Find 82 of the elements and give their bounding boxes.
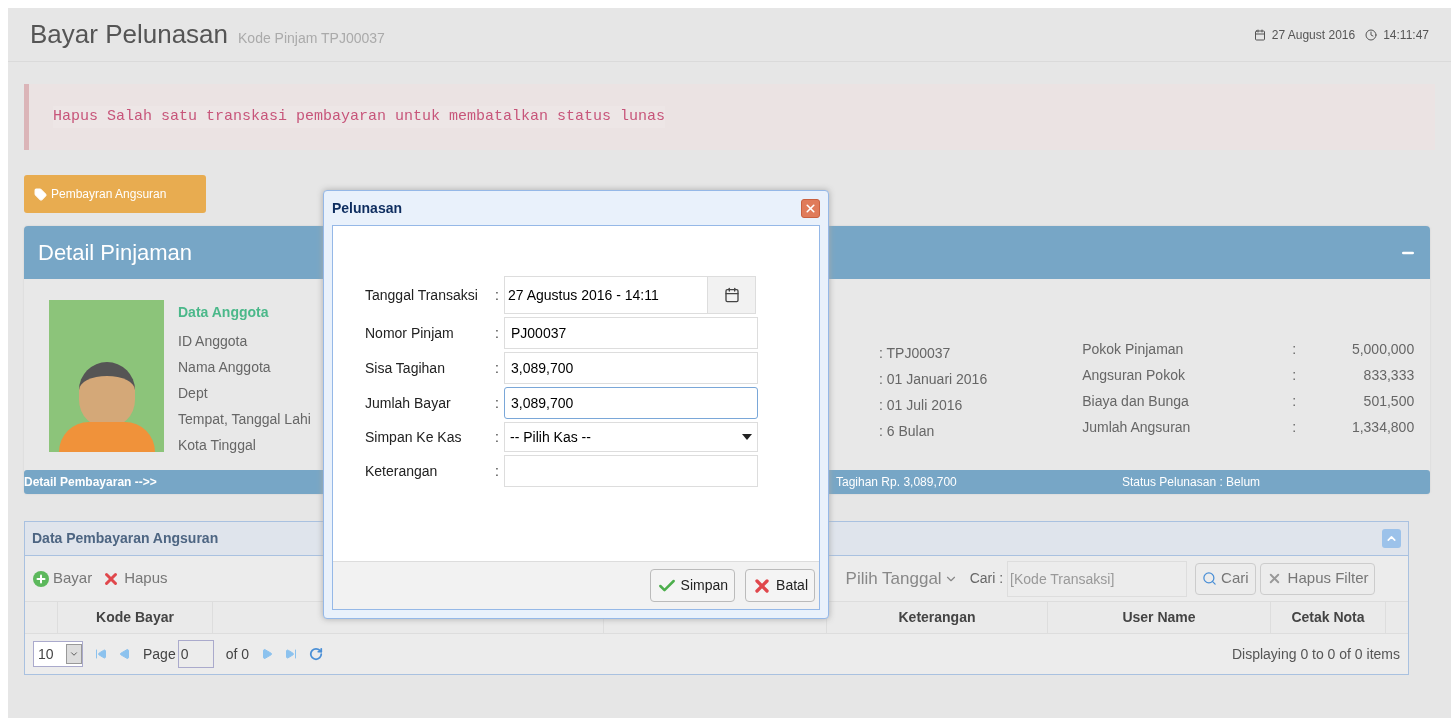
field-label: Sisa Tagihan xyxy=(365,358,446,378)
clock-icon xyxy=(1365,28,1378,41)
field-separator: : xyxy=(495,358,500,378)
field-value: 27 Agustus 2016 - 14:11 xyxy=(507,285,660,305)
date-text: 27 August 2016 xyxy=(1271,26,1356,44)
input-field[interactable]: PJ00037 xyxy=(504,317,758,349)
summary-separator: : xyxy=(1292,418,1298,437)
clear-filter-button[interactable]: Hapus Filter xyxy=(1259,562,1376,595)
summary-value: 501,500 xyxy=(1362,392,1415,411)
field-label: Jumlah Bayar xyxy=(365,393,452,413)
search-label: Cari : xyxy=(969,569,1004,588)
field-label: Keterangan xyxy=(365,461,439,481)
pager-info: Displaying 0 to 0 of 0 items xyxy=(1231,644,1400,664)
first-page-icon[interactable] xyxy=(95,648,107,660)
dialog-title: Pelunasan xyxy=(332,198,403,218)
last-page-icon[interactable] xyxy=(285,648,298,660)
toolbar-button[interactable]: Bayar xyxy=(33,567,93,590)
collapse-icon[interactable] xyxy=(1382,529,1401,548)
field-separator: : xyxy=(495,323,500,343)
summary-label: Biaya dan Bunga xyxy=(1082,392,1190,411)
panel-title: Detail Pinjaman xyxy=(38,239,193,267)
field-separator: : xyxy=(495,285,500,305)
summary-value: 833,333 xyxy=(1362,366,1415,385)
field-label: ID Anggota xyxy=(178,332,249,351)
field-label: Simpan Ke Kas xyxy=(365,427,463,447)
column-header[interactable]: Cetak Nota xyxy=(1291,607,1365,628)
loan-value: : 01 Juli 2016 xyxy=(879,396,964,415)
field-label: Tempat, Tanggal Lahi xyxy=(178,410,311,429)
plus-icon xyxy=(33,570,49,587)
column-header[interactable]: User Name xyxy=(1122,607,1196,628)
input-field[interactable] xyxy=(504,455,758,487)
dropdown-caret-icon xyxy=(66,644,82,664)
bill-text: Tagihan Rp. 3,089,700 xyxy=(836,474,958,491)
page-label: Page xyxy=(143,644,176,664)
summary-value: 1,334,800 xyxy=(1350,418,1415,437)
toolbar-button[interactable]: Hapus xyxy=(102,567,168,590)
grid-title: Data Pembayaran Angsuran xyxy=(32,529,219,548)
field-label: Nama Anggota xyxy=(178,358,272,377)
page-input[interactable]: 0 xyxy=(177,640,214,668)
field-label: Dept xyxy=(178,384,209,403)
time-text: 14:11:47 xyxy=(1383,26,1429,44)
previous-page-icon[interactable] xyxy=(119,648,131,660)
refresh-icon[interactable] xyxy=(309,647,324,661)
search-field[interactable]: [Kode Transaksi] xyxy=(1007,560,1188,597)
status-text: Status Pelunasan : Belum xyxy=(1122,474,1261,491)
dropdown-caret-icon xyxy=(742,434,752,440)
field-label: Tanggal Transaksi xyxy=(365,285,479,305)
page-subtitle: Kode Pinjam TPJ00037 xyxy=(238,29,385,48)
summary-separator: : xyxy=(1292,392,1298,411)
input-field[interactable]: 3,089,700 xyxy=(504,352,758,384)
dialog-button[interactable]: Simpan xyxy=(649,569,736,602)
field-separator: : xyxy=(495,461,500,481)
search-button[interactable]: Cari xyxy=(1195,562,1256,595)
input-field[interactable]: 3,089,700 xyxy=(504,387,758,419)
dialog-button[interactable]: Batal xyxy=(745,569,815,602)
summary-label: Jumlah Angsuran xyxy=(1082,418,1192,437)
close-icon[interactable] xyxy=(801,198,820,218)
field-separator: : xyxy=(495,393,500,413)
summary-value: 5,000,000 xyxy=(1350,340,1415,359)
summary-separator: : xyxy=(1292,340,1298,359)
page-size-select[interactable]: 10 xyxy=(33,641,83,667)
summary-separator: : xyxy=(1292,366,1298,385)
column-header[interactable]: Keterangan xyxy=(898,607,976,628)
summary-label: Pokok Pinjaman xyxy=(1082,340,1185,359)
search-icon xyxy=(1202,571,1218,586)
calendar-icon xyxy=(1253,28,1266,41)
loan-value: : 6 Bulan xyxy=(879,422,936,441)
field-separator: : xyxy=(495,427,500,447)
date-field[interactable]: 27 Agustus 2016 - 14:11 xyxy=(504,276,756,314)
page-total: of 0 xyxy=(225,644,250,664)
loan-value: : 01 Januari 2016 xyxy=(879,370,988,389)
column-header[interactable]: Kode Bayar xyxy=(96,607,174,628)
tag-icon xyxy=(34,187,47,201)
calendar-icon[interactable] xyxy=(707,277,755,313)
select-field[interactable]: -- Pilih Kas -- xyxy=(504,422,758,452)
next-page-icon[interactable] xyxy=(261,648,274,660)
field-label: Nomor Pinjam xyxy=(365,323,455,343)
member-heading: Data Anggota xyxy=(178,303,270,322)
loan-value: : TPJ00037 xyxy=(879,344,952,363)
field-label: Kota Tinggal xyxy=(178,436,257,455)
page-title: Bayar Pelunasan xyxy=(30,18,229,51)
summary-label: Angsuran Pokok xyxy=(1082,366,1186,385)
